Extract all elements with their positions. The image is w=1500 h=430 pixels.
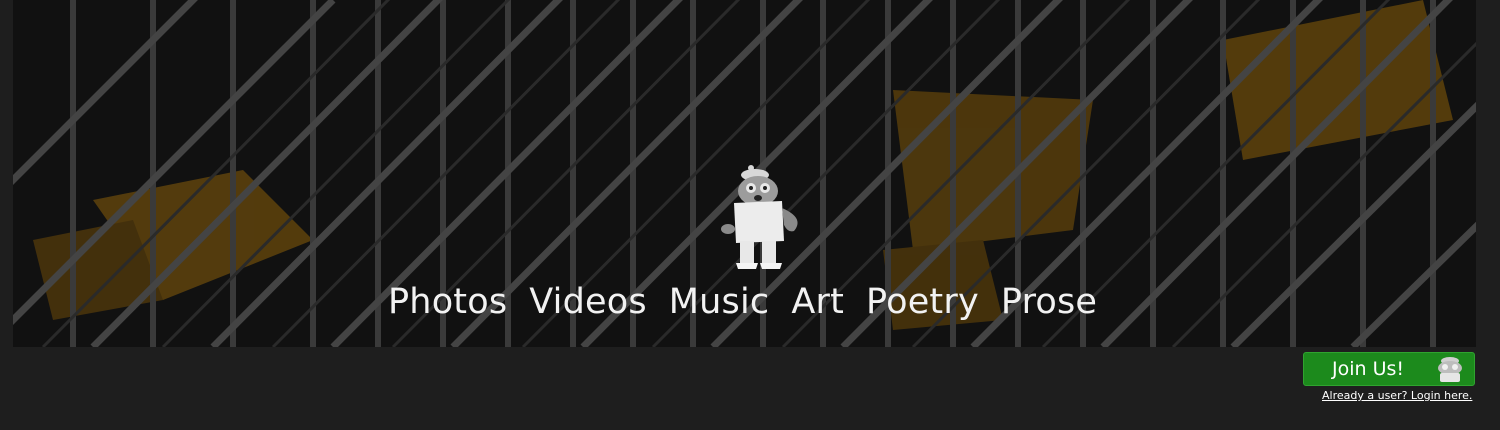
join-us-button[interactable]: Join Us! [1303,352,1475,386]
login-link[interactable]: Already a user? Login here. [1322,389,1472,402]
nav-music-link[interactable]: Music [669,282,770,322]
nav-prose-link[interactable]: Prose [1001,282,1097,322]
hero-banner: Photos Videos Music Art Poetry Prose [13,0,1476,347]
page: Photos Videos Music Art Poetry Prose Joi… [0,0,1500,430]
mascot-icon [1438,357,1462,382]
media-nav: Photos Videos Music Art Poetry Prose [388,282,1097,322]
nav-photos-link[interactable]: Photos [388,282,507,322]
nav-poetry-link[interactable]: Poetry [866,282,979,322]
nav-videos-link[interactable]: Videos [529,282,647,322]
nav-art-link[interactable]: Art [791,282,844,322]
mascot-icon [721,165,798,269]
join-us-label: Join Us! [1332,358,1405,380]
